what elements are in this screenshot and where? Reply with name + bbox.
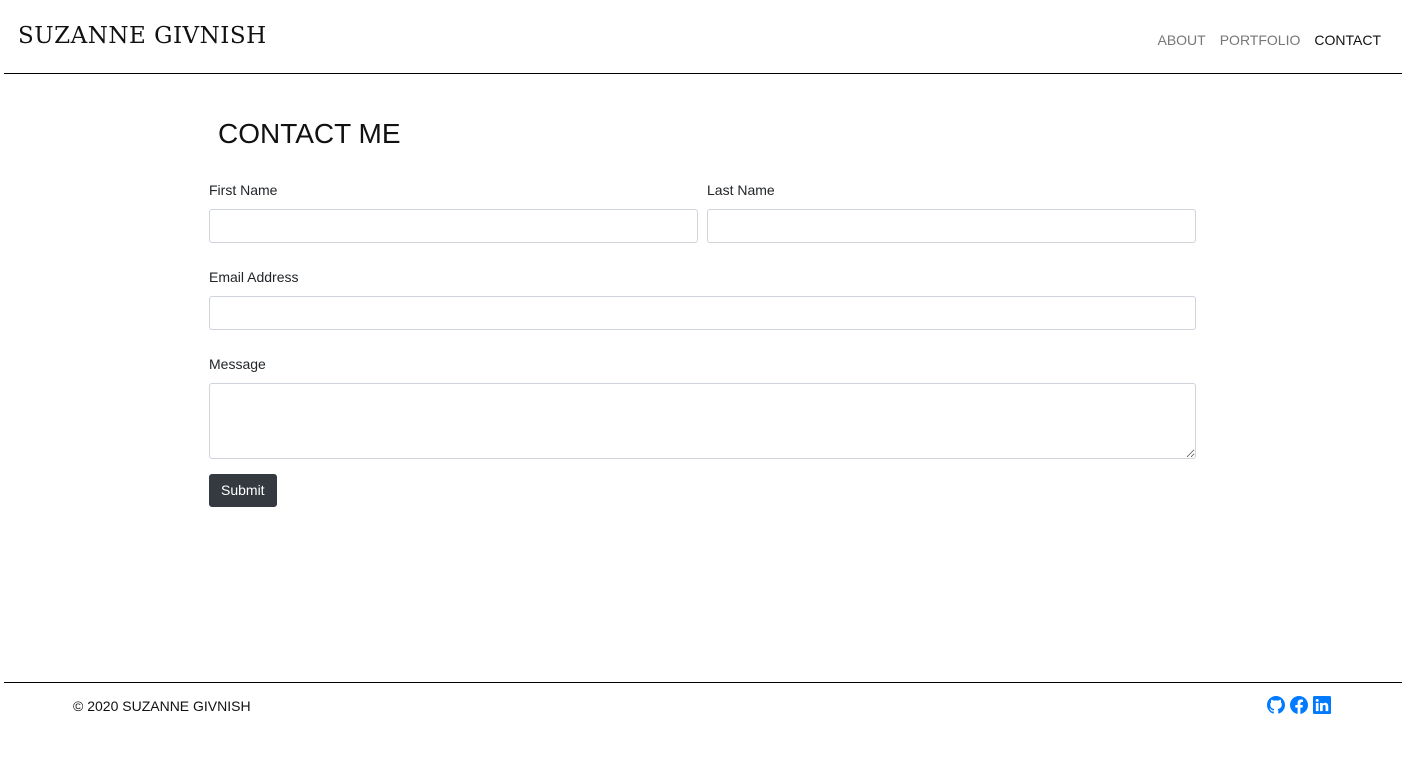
message-group: Message xyxy=(209,356,1196,459)
page: SUZANNE GIVNISH ABOUT PORTFOLIO CONTACT … xyxy=(0,0,1411,769)
main-nav: ABOUT PORTFOLIO CONTACT xyxy=(1157,32,1381,48)
social-links xyxy=(1267,696,1331,714)
first-name-input[interactable] xyxy=(209,209,698,243)
site-footer: © 2020 SUZANNE GIVNISH xyxy=(4,682,1402,732)
email-input[interactable] xyxy=(209,296,1196,330)
last-name-label: Last Name xyxy=(707,182,775,198)
message-label: Message xyxy=(209,356,266,372)
submit-button[interactable]: Submit xyxy=(209,474,277,507)
email-label: Email Address xyxy=(209,269,299,285)
email-group: Email Address xyxy=(209,269,1196,330)
nav-link-about[interactable]: ABOUT xyxy=(1157,32,1205,48)
site-header: SUZANNE GIVNISH ABOUT PORTFOLIO CONTACT xyxy=(4,0,1402,74)
brand-logo[interactable]: SUZANNE GIVNISH xyxy=(18,23,267,49)
message-textarea[interactable] xyxy=(209,383,1196,459)
page-title: CONTACT ME xyxy=(218,118,401,149)
first-name-group: First Name xyxy=(209,182,698,243)
linkedin-icon[interactable] xyxy=(1313,696,1331,714)
last-name-input[interactable] xyxy=(707,209,1196,243)
nav-link-contact[interactable]: CONTACT xyxy=(1314,32,1381,48)
github-icon[interactable] xyxy=(1267,696,1285,714)
facebook-icon[interactable] xyxy=(1290,696,1308,714)
first-name-label: First Name xyxy=(209,182,278,198)
nav-link-portfolio[interactable]: PORTFOLIO xyxy=(1220,32,1301,48)
contact-form: First Name Last Name Email Address Messa… xyxy=(209,182,1196,507)
copyright-text: © 2020 SUZANNE GIVNISH xyxy=(73,698,251,714)
contact-section: CONTACT ME First Name Last Name Email Ad… xyxy=(209,118,1196,507)
last-name-group: Last Name xyxy=(707,182,1196,243)
name-row: First Name Last Name xyxy=(209,182,1196,243)
